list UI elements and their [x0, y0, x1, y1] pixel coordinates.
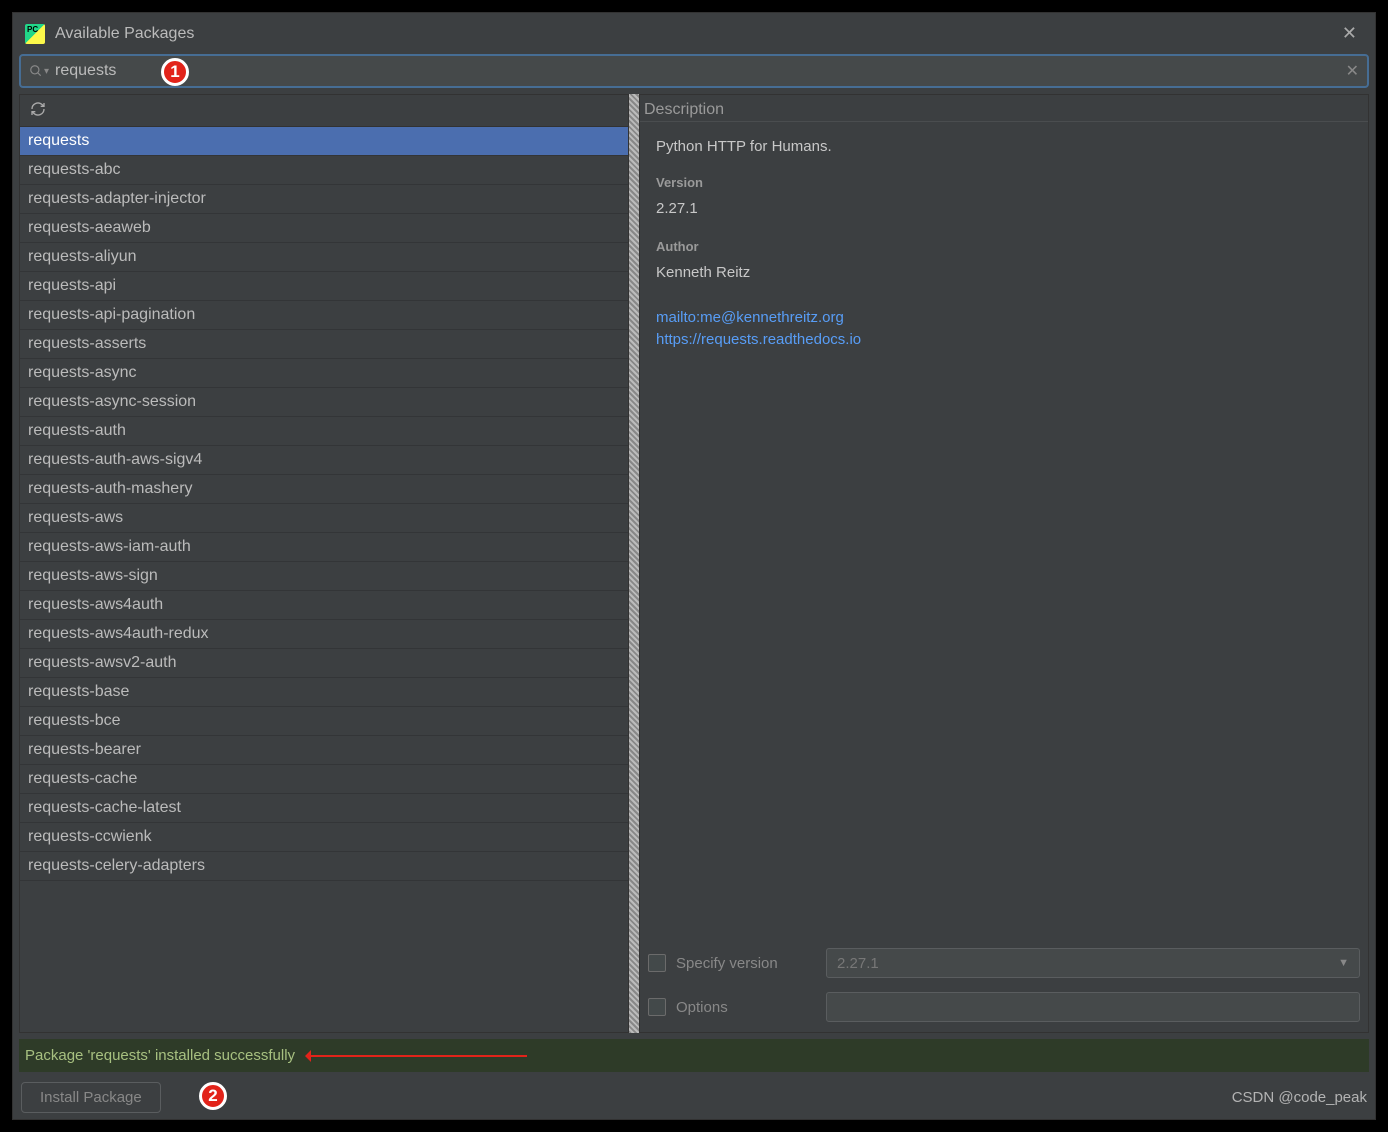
description-pane: Description Python HTTP for Humans. Vers…: [639, 94, 1369, 1033]
link-docs[interactable]: https://requests.readthedocs.io: [656, 329, 1352, 352]
content-area: requestsrequests-abcrequests-adapter-inj…: [13, 94, 1375, 1033]
package-item[interactable]: requests-aws4auth: [20, 591, 628, 620]
package-item[interactable]: requests-aeaweb: [20, 214, 628, 243]
author-label: Author: [656, 237, 1352, 257]
specify-version-checkbox[interactable]: [648, 954, 666, 972]
specify-version-value: 2.27.1: [837, 955, 879, 972]
available-packages-dialog: Available Packages ✕ ▾ ✕ 1 requestsreque…: [12, 12, 1376, 1120]
package-item[interactable]: requests-auth: [20, 417, 628, 446]
package-item[interactable]: requests-cache: [20, 765, 628, 794]
search-bar[interactable]: ▾ ✕ 1: [19, 54, 1369, 88]
package-item[interactable]: requests-aliyun: [20, 243, 628, 272]
link-mailto[interactable]: mailto:me@kennethreitz.org: [656, 307, 1352, 330]
close-icon[interactable]: ✕: [1336, 21, 1363, 46]
options-row: Options: [648, 992, 1360, 1022]
package-summary: Python HTTP for Humans.: [656, 136, 1352, 159]
options-input[interactable]: [826, 992, 1360, 1022]
search-bar-container: ▾ ✕ 1: [13, 54, 1375, 94]
package-item[interactable]: requests-bearer: [20, 736, 628, 765]
options-label: Options: [676, 999, 816, 1016]
annotation-arrow: [307, 1055, 527, 1057]
package-item[interactable]: requests-celery-adapters: [20, 852, 628, 881]
specify-version-label: Specify version: [676, 955, 816, 972]
splitter-handle[interactable]: [629, 94, 639, 1033]
options-checkbox[interactable]: [648, 998, 666, 1016]
footer: Install Package 2 CSDN @code_peak: [13, 1072, 1375, 1119]
package-item[interactable]: requests-async: [20, 359, 628, 388]
package-item[interactable]: requests-base: [20, 678, 628, 707]
specify-version-row: Specify version 2.27.1 ▼: [648, 948, 1360, 978]
clear-search-icon[interactable]: ✕: [1346, 61, 1359, 81]
package-list-pane: requestsrequests-abcrequests-adapter-inj…: [19, 94, 629, 1033]
description-header: Description: [640, 95, 1368, 122]
watermark-text: CSDN @code_peak: [1232, 1089, 1367, 1106]
package-item[interactable]: requests: [20, 127, 628, 156]
package-item[interactable]: requests-auth-aws-sigv4: [20, 446, 628, 475]
refresh-icon[interactable]: [30, 101, 46, 121]
package-item[interactable]: requests-api-pagination: [20, 301, 628, 330]
package-item[interactable]: requests-auth-mashery: [20, 475, 628, 504]
package-item[interactable]: requests-api: [20, 272, 628, 301]
package-item[interactable]: requests-awsv2-auth: [20, 649, 628, 678]
package-item[interactable]: requests-cache-latest: [20, 794, 628, 823]
chevron-down-icon: ▼: [1338, 957, 1349, 969]
pycharm-icon: [25, 24, 45, 44]
package-item[interactable]: requests-bce: [20, 707, 628, 736]
author-value: Kenneth Reitz: [656, 262, 1352, 285]
annotation-badge-2: 2: [199, 1082, 227, 1110]
specify-version-dropdown[interactable]: 2.27.1 ▼: [826, 948, 1360, 978]
version-label: Version: [656, 173, 1352, 193]
package-item[interactable]: requests-abc: [20, 156, 628, 185]
install-options: Specify version 2.27.1 ▼ Options: [640, 938, 1368, 1032]
status-bar: Package 'requests' installed successfull…: [19, 1039, 1369, 1072]
package-item[interactable]: requests-ccwienk: [20, 823, 628, 852]
description-body: Python HTTP for Humans. Version 2.27.1 A…: [640, 122, 1368, 938]
package-item[interactable]: requests-aws-iam-auth: [20, 533, 628, 562]
search-input[interactable]: [55, 62, 1340, 80]
package-item[interactable]: requests-aws: [20, 504, 628, 533]
package-list: requestsrequests-abcrequests-adapter-inj…: [20, 127, 628, 1032]
package-list-scroll[interactable]: requestsrequests-abcrequests-adapter-inj…: [20, 127, 628, 1032]
package-item[interactable]: requests-aws4auth-redux: [20, 620, 628, 649]
window-title: Available Packages: [55, 25, 1326, 43]
package-item[interactable]: requests-asserts: [20, 330, 628, 359]
package-item[interactable]: requests-async-session: [20, 388, 628, 417]
list-toolbar: [20, 95, 628, 127]
package-item[interactable]: requests-adapter-injector: [20, 185, 628, 214]
search-icon: ▾: [29, 64, 49, 78]
titlebar: Available Packages ✕: [13, 13, 1375, 54]
install-package-button[interactable]: Install Package: [21, 1082, 161, 1113]
status-text: Package 'requests' installed successfull…: [25, 1047, 295, 1064]
version-value: 2.27.1: [656, 198, 1352, 221]
package-item[interactable]: requests-aws-sign: [20, 562, 628, 591]
